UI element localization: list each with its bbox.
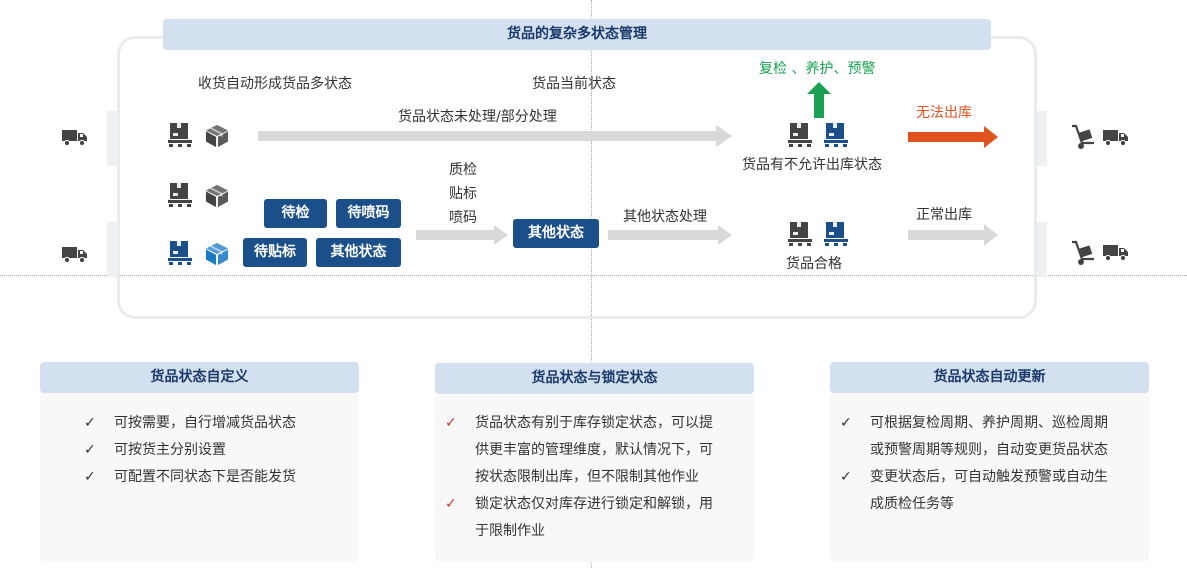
label-current-status: 货品当前状态 [532, 76, 616, 92]
panel-auto-update: ✓ 可根据复检周期、养护周期、巡检周期 或预警周期等规则，自动变更货品状态 ✓ 变更状… [830, 392, 1149, 562]
hand-truck-icon [1070, 240, 1096, 266]
cube-icon [205, 242, 229, 266]
label-labeling: 贴标 [449, 186, 477, 202]
status-pill-other: 其他状态 [316, 238, 401, 267]
label-other-process: 其他状态处理 [623, 209, 707, 225]
list-item: ✓ 可根据复检周期、养护周期、巡检周期 或预警周期等规则，自动变更货品状态 [840, 410, 1145, 464]
label-receive: 收货自动形成货品多状态 [198, 76, 352, 92]
label-recheck: 复检 、养护、预警 [759, 61, 876, 77]
check-icon: ✓ [840, 415, 852, 431]
panel-title-custom-status: 货品状态自定义 [40, 362, 359, 393]
arrow-no-ship [908, 126, 998, 148]
status-pill-other-mid: 其他状态 [513, 219, 599, 248]
pallet-box-icon [787, 122, 813, 148]
panel-lock-status: ✓ 货品状态有别于库存锁定状态，可以提 供更丰富的管理维度，默认情况下，可 按状态限制… [435, 392, 754, 562]
check-icon: ✓ [840, 469, 852, 485]
left-side-bar-top [107, 111, 117, 166]
diagram-title: 货品的复杂多状态管理 [163, 19, 991, 50]
label-qualified: 货品合格 [786, 256, 842, 272]
arrow-normal-ship [908, 224, 998, 246]
cube-icon [205, 184, 229, 208]
label-no-ship: 无法出库 [916, 105, 972, 121]
status-pill-label: 待贴标 [243, 238, 307, 267]
check-icon: ✓ [84, 469, 96, 485]
list-item: ✓ 货品状态有别于库存锁定状态，可以提 供更丰富的管理维度，默认情况下，可 按状态限制… [445, 410, 750, 491]
panel-custom-status: ✓ 可按需要，自行增减货品状态 ✓ 可按货主分别设置 ✓ 可配置不同状态下是否能发货 [40, 392, 359, 562]
list-item: ✓ 变更状态后，可自动触发预警或自动生 成质检任务等 [840, 464, 1145, 518]
list-item: ✓ 锁定状态仅对库存进行锁定和解锁，用 于限制作业 [445, 491, 750, 545]
pallet-box-icon [167, 182, 193, 208]
cube-icon [205, 124, 229, 148]
list-item: ✓ 可按需要，自行增减货品状态 [84, 410, 296, 437]
check-icon: ✓ [84, 442, 96, 458]
pallet-box-icon [787, 221, 813, 247]
check-icon: ✓ [84, 415, 96, 431]
arrow-other-process [608, 225, 732, 245]
right-side-bar-bottom [1037, 222, 1047, 277]
arrow-up-green [807, 82, 831, 118]
label-spraying: 喷码 [449, 210, 477, 226]
list-item: ✓ 可配置不同状态下是否能发货 [84, 464, 296, 491]
label-unprocessed: 货品状态未处理/部分处理 [398, 109, 557, 125]
arrow-unprocessed [258, 125, 732, 147]
truck-icon [62, 245, 88, 263]
arrow-to-other-status [416, 225, 508, 245]
label-not-allowed: 货品有不允许出库状态 [742, 157, 882, 173]
check-icon: ✓ [445, 496, 457, 512]
label-normal-ship: 正常出库 [916, 207, 972, 223]
truck-icon [62, 128, 88, 146]
status-pill-spray: 待喷码 [336, 199, 401, 228]
check-icon: ✓ [445, 415, 457, 431]
pallet-box-icon [167, 122, 193, 148]
list-item: ✓ 可按货主分别设置 [84, 437, 296, 464]
panel-title-auto-update: 货品状态自动更新 [830, 362, 1149, 393]
pallet-box-icon [823, 122, 849, 148]
hand-truck-icon [1070, 124, 1096, 150]
label-qc: 质检 [449, 162, 477, 178]
right-side-bar-top [1037, 111, 1047, 166]
truck-icon [1103, 243, 1129, 261]
panel-title-lock-status: 货品状态与锁定状态 [435, 363, 754, 394]
status-pill-inspect: 待检 [264, 199, 327, 228]
left-side-bar-bottom [107, 222, 117, 277]
pallet-box-icon [167, 240, 193, 266]
pallet-box-icon [823, 221, 849, 247]
truck-icon [1103, 128, 1129, 146]
